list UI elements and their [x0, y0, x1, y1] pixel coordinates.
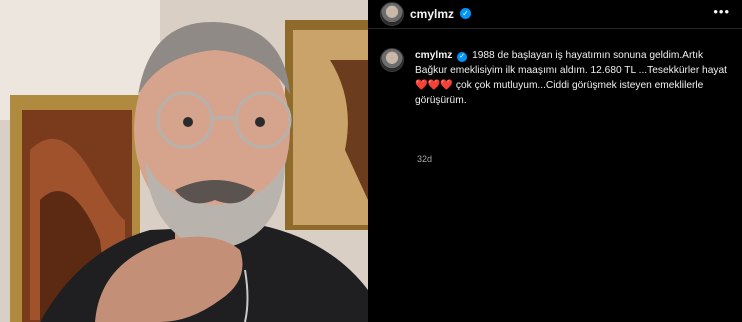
avatar[interactable] — [380, 2, 404, 26]
heart-emojis: ❤️❤️❤️ — [415, 80, 454, 91]
post-photo-image — [0, 0, 368, 322]
caption-username[interactable]: cmylmz — [415, 50, 452, 61]
post-details-panel: cmylmz ✓ ••• cmylmz ✓ 1988 de başlayan i… — [368, 0, 742, 322]
post-photo — [0, 0, 368, 322]
header-username[interactable]: cmylmz — [410, 7, 454, 21]
caption-part-2: çok çok mutluyum...Ciddi görüşmek isteye… — [415, 80, 704, 106]
caption-avatar[interactable] — [380, 48, 404, 72]
caption-text: cmylmz ✓ 1988 de başlayan iş hayatımın s… — [415, 48, 733, 108]
post-timestamp[interactable]: 32d — [417, 154, 432, 164]
caption-verified-badge-icon: ✓ — [457, 52, 468, 62]
verified-badge-icon: ✓ — [460, 8, 471, 19]
post-header: cmylmz ✓ ••• — [368, 0, 742, 29]
more-options-icon[interactable]: ••• — [713, 5, 730, 19]
